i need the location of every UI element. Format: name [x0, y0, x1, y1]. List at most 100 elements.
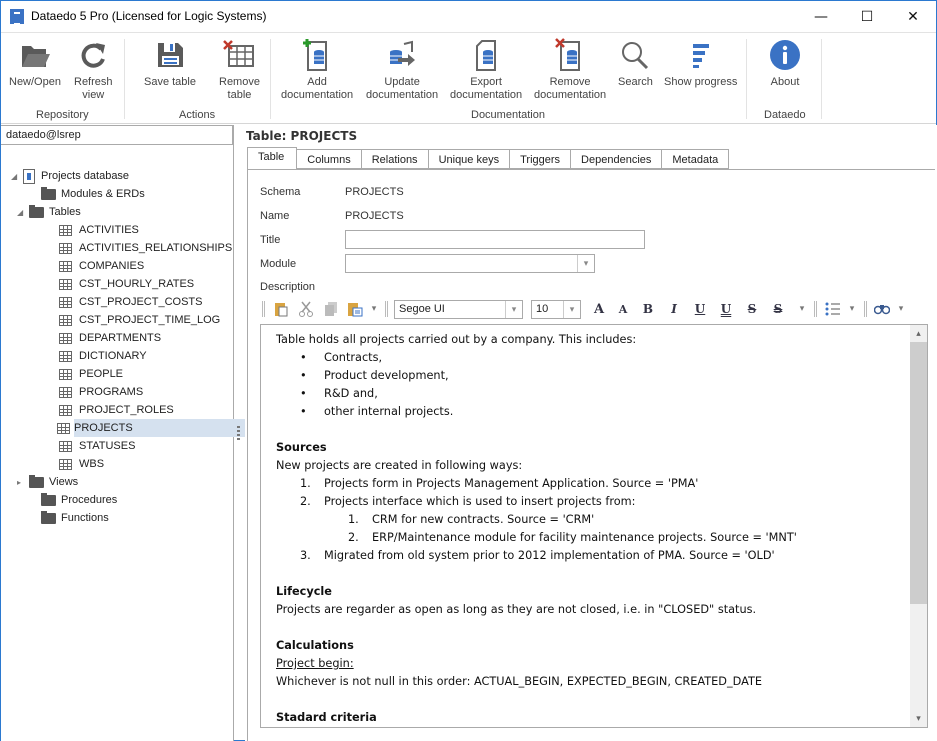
title-input[interactable]	[345, 230, 645, 249]
new-open-label: New/Open	[9, 76, 61, 88]
table-icon	[59, 440, 72, 452]
paste-special-icon[interactable]	[346, 301, 364, 317]
tree-node-table[interactable]: COMPANIES	[59, 257, 144, 275]
scrollbar-thumb[interactable]	[910, 342, 927, 604]
tab-metadata[interactable]: Metadata	[662, 149, 730, 169]
tab-triggers[interactable]: Triggers	[510, 149, 572, 169]
chevron-down-icon[interactable]: ▾	[577, 255, 594, 272]
grow-font-button[interactable]: A	[590, 301, 608, 317]
ribbon: New/Open Refresh view Repository Save ta…	[1, 32, 936, 124]
chevron-down-icon[interactable]: ▾	[563, 301, 580, 318]
table-icon	[59, 368, 72, 380]
tree-node-table[interactable]: CST_PROJECT_TIME_LOG	[59, 311, 220, 329]
tree-node-projects-database[interactable]: ◢ Projects database	[11, 167, 129, 185]
save-table-label: Save table	[144, 76, 196, 88]
scroll-up-icon[interactable]: ▴	[910, 325, 927, 342]
double-underline-button[interactable]: U	[718, 301, 734, 317]
export-documentation-icon	[469, 37, 503, 73]
tab-table[interactable]: Table	[247, 147, 298, 170]
expand-toggle-icon[interactable]: ▸	[17, 478, 27, 487]
remove-documentation-button[interactable]: Remove documentation	[534, 37, 606, 102]
export-documentation-button[interactable]: Export documentation	[450, 37, 522, 102]
tree-node-table[interactable]: STATUSES	[59, 437, 135, 455]
tab-columns[interactable]: Columns	[297, 149, 362, 169]
tree-node-tables[interactable]: ◢ Tables	[17, 203, 81, 221]
tree-node-table[interactable]: CST_HOURLY_RATES	[59, 275, 194, 293]
tab-unique-keys[interactable]: Unique keys	[428, 149, 511, 169]
bold-button[interactable]: B	[640, 301, 656, 317]
toolbar-separator	[385, 301, 388, 317]
new-open-button[interactable]: New/Open	[9, 37, 61, 89]
panel-splitter-handle[interactable]	[237, 426, 240, 440]
double-strikethrough-button[interactable]: S	[770, 301, 786, 317]
table-icon	[59, 458, 72, 470]
remove-table-button[interactable]: Remove table	[219, 37, 260, 102]
bullet-item: • Contracts,	[276, 349, 906, 367]
bold-icon: B	[642, 302, 654, 316]
tab-dependencies[interactable]: Dependencies	[571, 149, 663, 169]
add-doc-label-2: documentation	[281, 89, 354, 101]
group-dataedo: Dataedo	[764, 109, 806, 121]
update-documentation-button[interactable]: Update documentation	[366, 37, 438, 102]
search-button[interactable]: Search	[618, 37, 653, 89]
paste-icon[interactable]	[273, 301, 289, 317]
paste-dropdown-chevron-icon[interactable]: ▾	[368, 301, 380, 317]
tree-node-procedures[interactable]: Procedures	[41, 491, 117, 509]
minimize-button[interactable]: —	[798, 1, 844, 32]
folder-icon	[41, 492, 56, 506]
tree-node-table[interactable]: ACTIVITIES	[59, 221, 139, 239]
format-dropdown-chevron-icon[interactable]: ▾	[796, 301, 808, 317]
tree-node-modules[interactable]: Modules & ERDs	[41, 185, 145, 203]
show-progress-button[interactable]: Show progress	[664, 37, 737, 89]
source-item: 2. Projects interface which is used to in…	[276, 493, 906, 511]
font-family-select[interactable]: Segoe UI ▾	[394, 300, 523, 319]
cut-icon[interactable]	[298, 301, 314, 317]
maximize-button[interactable]: ☐	[844, 1, 890, 32]
intro-text: Table holds all projects carried out by …	[276, 333, 637, 346]
vertical-scrollbar[interactable]: ▴ ▾	[910, 325, 927, 727]
table-icon	[57, 422, 70, 434]
tree-node-table[interactable]: PROJECTS	[57, 419, 253, 437]
close-button[interactable]: ✕	[890, 1, 936, 32]
description-editor[interactable]: Table holds all projects carried out by …	[260, 324, 928, 728]
tree-node-table[interactable]: ACTIVITIES_RELATIONSHIPS	[59, 239, 232, 257]
list-icon[interactable]	[824, 301, 842, 317]
tree-node-functions[interactable]: Functions	[41, 509, 109, 527]
copy-icon[interactable]	[323, 301, 339, 317]
tree-node-table[interactable]: PROJECT_ROLES	[59, 401, 174, 419]
tree-node-table[interactable]: WBS	[59, 455, 104, 473]
expand-toggle-icon[interactable]: ◢	[17, 208, 27, 217]
font-size-select[interactable]: 10 ▾	[531, 300, 581, 319]
remove-documentation-icon	[553, 37, 587, 73]
find-dropdown-chevron-icon[interactable]: ▾	[895, 301, 907, 317]
tree-node-label: Projects database	[41, 170, 130, 182]
about-button[interactable]: About	[768, 37, 802, 89]
save-table-button[interactable]: Save table	[144, 37, 196, 89]
scroll-down-icon[interactable]: ▾	[910, 710, 927, 727]
tree-node-table[interactable]: PROGRAMS	[59, 383, 143, 401]
underline-button[interactable]: U	[692, 301, 708, 317]
expand-toggle-icon[interactable]: ◢	[11, 172, 21, 181]
tree-node-table[interactable]: CST_PROJECT_COSTS	[59, 293, 202, 311]
module-select[interactable]: ▾	[345, 254, 595, 273]
strikethrough-button[interactable]: S	[744, 301, 760, 317]
group-actions: Actions	[179, 109, 216, 121]
tab-relations[interactable]: Relations	[361, 149, 429, 169]
tree-node-table[interactable]: PEOPLE	[59, 365, 123, 383]
source-item: 3. Migrated from old system prior to 2012…	[276, 547, 906, 565]
find-binoculars-icon[interactable]	[873, 301, 891, 317]
tree-node-table[interactable]: DEPARTMENTS	[59, 329, 161, 347]
italic-button[interactable]: I	[666, 301, 682, 317]
tree-node-views[interactable]: ▸ Views	[17, 473, 78, 491]
refresh-view-button[interactable]: Refresh view	[74, 37, 113, 102]
description-content: Table holds all projects carried out by …	[276, 331, 906, 727]
schema-value: PROJECTS	[345, 186, 404, 198]
progress-icon	[684, 37, 718, 73]
chevron-down-icon[interactable]: ▾	[505, 301, 522, 318]
tree-node-label: COMPANIES	[79, 260, 145, 272]
list-dropdown-chevron-icon[interactable]: ▾	[846, 301, 858, 317]
tree-node-table[interactable]: DICTIONARY	[59, 347, 147, 365]
shrink-font-icon: A	[618, 302, 628, 316]
shrink-font-button[interactable]: A	[614, 301, 632, 317]
add-documentation-button[interactable]: Add documentation	[281, 37, 353, 102]
